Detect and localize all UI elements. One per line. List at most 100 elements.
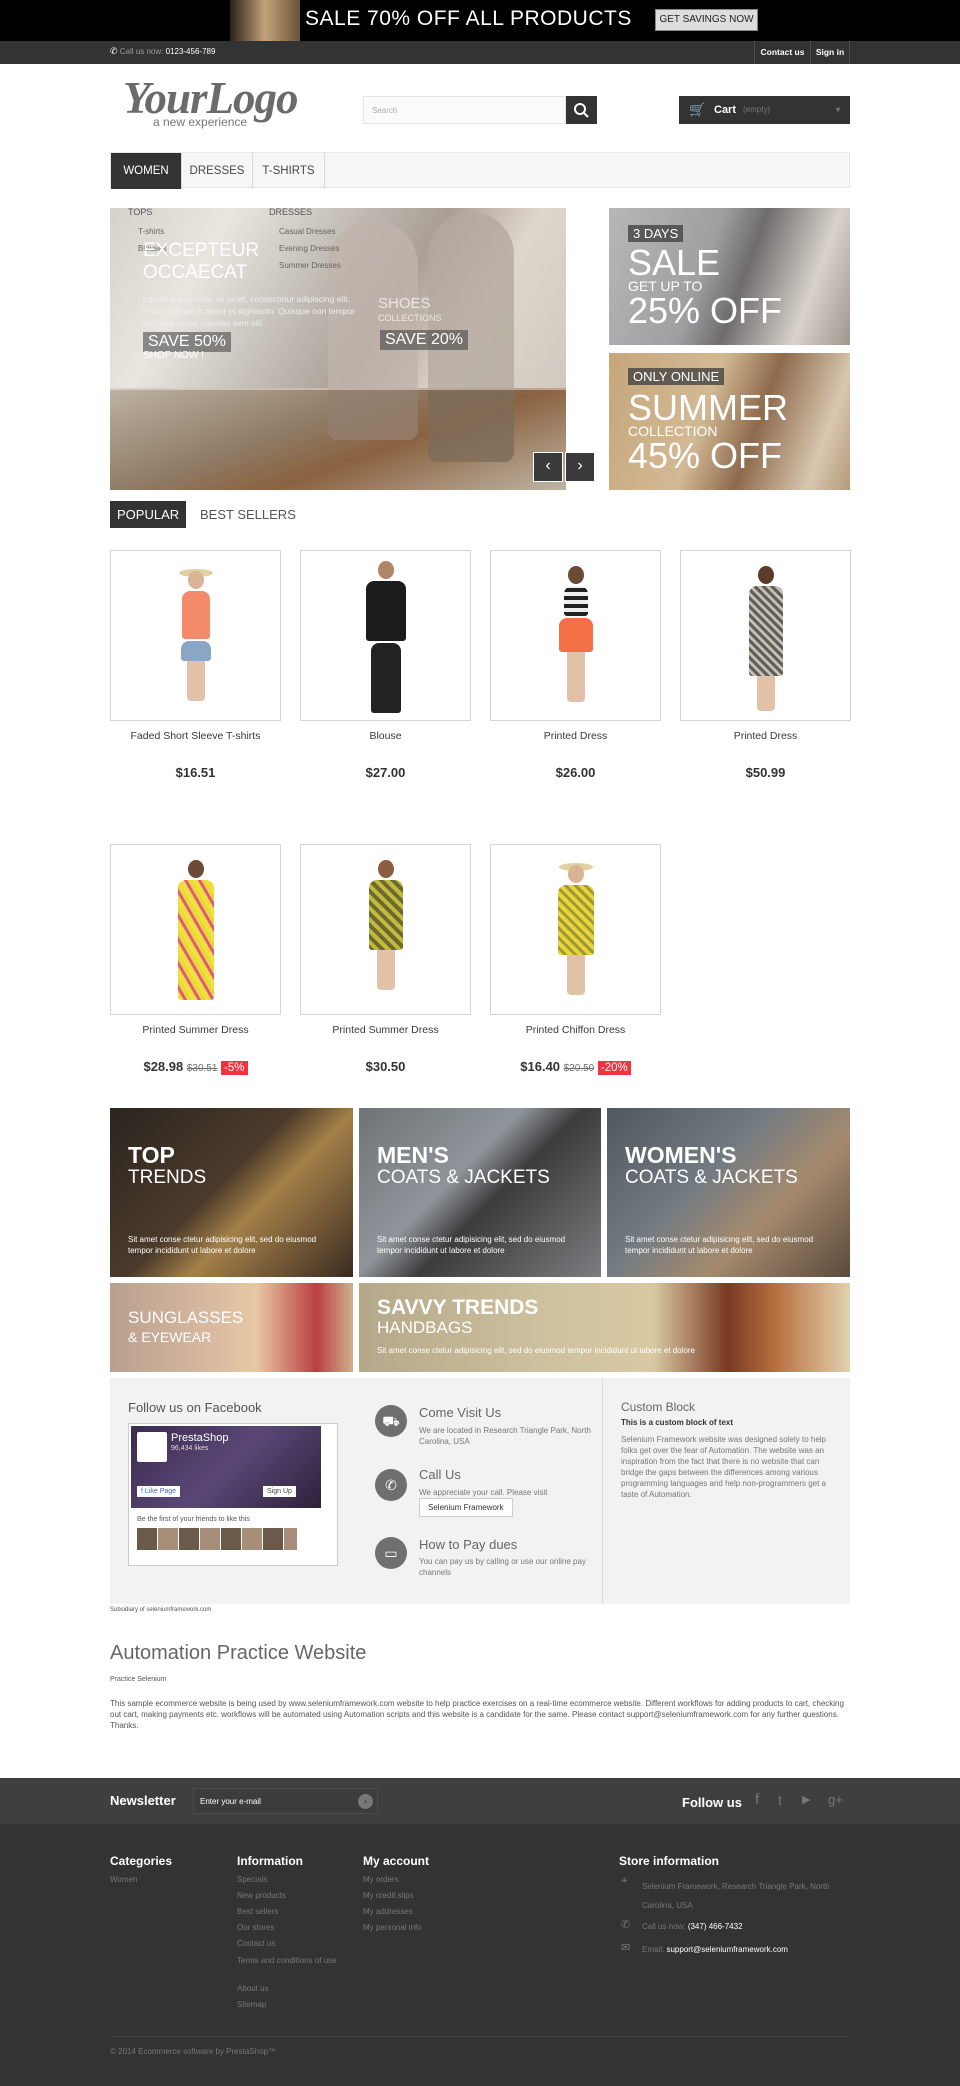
banner-subtitle: COATS & JACKETS [625,1167,798,1188]
selenium-framework-button[interactable]: Selenium Framework [419,1498,513,1517]
price-value: $26.00 [555,765,596,780]
facebook-widget[interactable]: PrestaShop 96,434 likes f Like Page Sign… [128,1423,338,1566]
product-card[interactable]: Printed Dress $26.00 [490,550,661,780]
banner-handbags[interactable]: SAVVY TRENDS HANDBAGS Sit amet conse cte… [359,1283,850,1372]
product-name[interactable]: Printed Summer Dress [300,1024,471,1036]
submenu-tops[interactable]: TOPS [128,207,152,217]
google-plus-icon[interactable]: g+ [828,1792,843,1807]
fb-page-name[interactable]: PrestaShop [171,1432,228,1444]
banner-title: TOP [128,1142,175,1168]
footer-link-our-stores[interactable]: Our stores [237,1923,274,1932]
footer-link-best-sellers[interactable]: Best sellers [237,1907,278,1916]
footer-information-title: Information [237,1854,303,1868]
footer-link-sitemap[interactable]: Sitemap [237,2000,266,2009]
product-card[interactable]: Printed Chiffon Dress $16.40 $20.50 -20% [490,844,661,1075]
submenu-dresses[interactable]: DRESSES [269,207,312,217]
search-input[interactable]: Search [363,96,566,124]
product-model [177,860,214,1000]
slider-next-button[interactable]: › [565,452,595,482]
banner-sunglasses[interactable]: SUNGLASSES & EYEWEAR [110,1283,353,1372]
site-logo[interactable]: YourLogo a new experience [123,76,308,130]
product-model [178,569,213,701]
footer-link-specials[interactable]: Specials [237,1875,267,1884]
newsletter-email-input[interactable]: Enter your e-mail [193,1788,378,1814]
promo-summer-collection[interactable]: ONLY ONLINE SUMMER COLLECTION 45% OFF [609,353,850,490]
price-value: $50.99 [745,765,786,780]
product-image[interactable] [110,550,281,721]
main-menu: WOMEN DRESSES T-SHIRTS [110,152,850,189]
product-image[interactable] [490,844,661,1015]
call-text: We appreciate your call. Please visit [419,1488,548,1497]
product-price: $50.99 [680,765,851,780]
banner-subtitle: TRENDS [128,1167,207,1188]
submenu-tshirts[interactable]: T-shirts [138,227,164,236]
banner-womens-coats[interactable]: WOMEN'S COATS & JACKETS Sit amet conse c… [607,1108,850,1277]
banner-mens-coats[interactable]: MEN'S COATS & JACKETS Sit amet conse cte… [359,1108,601,1277]
product-card[interactable]: Faded Short Sleeve T-shirts $16.51 [110,550,281,780]
banner-text: Sit amet conse ctetur adipisicing elit, … [377,1346,695,1355]
custom-block-subtitle: This is a custom block of text [621,1418,734,1427]
product-name[interactable]: Printed Dress [490,730,661,742]
menu-item-tshirts[interactable]: T-SHIRTS [253,153,325,189]
footer-link-credit-slips[interactable]: My credit slips [363,1891,414,1900]
top-promo-banner[interactable]: SALE 70% OFF ALL PRODUCTS GET SAVINGS NO… [0,0,960,41]
footer-link-contact[interactable]: Contact us [237,1939,275,1948]
newsletter-bar: Newsletter Enter your e-mail › Follow us… [0,1778,960,1824]
footer-categories-title: Categories [110,1854,173,1868]
product-card[interactable]: Printed Dress $50.99 [680,550,851,780]
store-email-label: Email: [642,1945,665,1954]
product-name[interactable]: Faded Short Sleeve T-shirts [110,730,281,742]
footer-link-about[interactable]: About us [237,1984,269,1993]
product-image[interactable] [300,844,471,1015]
footer-link-personal-info[interactable]: My personal info [363,1923,422,1932]
footer-link-addresses[interactable]: My addresses [363,1907,413,1916]
newsletter-submit-icon[interactable]: › [358,1794,373,1809]
tab-best-sellers[interactable]: BEST SELLERS [193,501,303,528]
menu-item-dresses[interactable]: DRESSES [182,153,253,189]
product-name[interactable]: Blouse [300,730,471,742]
product-name[interactable]: Printed Summer Dress [110,1024,281,1036]
contact-us-link[interactable]: Contact us [754,41,810,64]
facebook-icon[interactable]: f [755,1791,759,1808]
copyright[interactable]: © 2014 Ecommerce software by PrestaShop™ [110,2047,276,2056]
price-value: $27.00 [365,765,406,780]
product-name[interactable]: Printed Chiffon Dress [490,1024,661,1036]
footer-link-terms[interactable]: Terms and conditions of use [237,1955,347,1966]
footer-link-orders[interactable]: My orders [363,1875,399,1884]
menu-item-women[interactable]: WOMEN [111,153,182,189]
submenu-summer[interactable]: Summer Dresses [279,261,341,270]
store-email-link[interactable]: support@seleniumframework.com [666,1945,788,1954]
page-description: This sample ecommerce website is being u… [110,1699,844,1730]
newsletter-title: Newsletter [110,1793,176,1808]
banner-top-trends[interactable]: TOP TRENDS Sit amet conse ctetur adipisi… [110,1108,353,1277]
product-image[interactable] [680,550,851,721]
get-savings-button[interactable]: GET SAVINGS NOW [655,9,758,31]
tab-popular[interactable]: POPULAR [110,501,187,528]
cart-button[interactable]: 🛒 Cart (empty) ▾ [679,96,850,124]
product-image[interactable] [490,550,661,721]
footer-link-new-products[interactable]: New products [237,1891,286,1900]
product-image[interactable] [110,844,281,1015]
sign-in-link[interactable]: Sign in [810,41,850,64]
footer: Categories Women Information Specials Ne… [0,1824,960,2086]
product-card[interactable]: Printed Summer Dress $30.50 [300,844,471,1074]
twitter-icon[interactable]: t [778,1792,782,1808]
phone-number: 0123-456-789 [165,47,216,56]
product-card[interactable]: Blouse $27.00 [300,550,471,780]
slider-prev-button[interactable]: ‹ [533,452,563,482]
product-name[interactable]: Printed Dress [680,730,851,742]
fb-signup-button[interactable]: Sign Up [263,1486,296,1497]
product-image[interactable] [300,550,471,721]
product-card[interactable]: Printed Summer Dress $28.98 $30.51 -5% [110,844,281,1075]
cart-status: (empty) [743,105,771,114]
submenu-evening[interactable]: Evening Dresses [279,244,339,253]
promo-3days-sale[interactable]: 3 DAYS SALE GET UP TO 25% OFF [609,208,850,345]
youtube-icon[interactable]: ▶ [802,1793,810,1806]
submenu-casual[interactable]: Casual Dresses [279,227,335,236]
search-button[interactable] [566,96,597,124]
footer-link-women[interactable]: Women [110,1875,137,1884]
price-value: $16.51 [175,765,216,780]
search-icon [574,103,589,118]
fb-like-button[interactable]: f Like Page [137,1486,181,1497]
shop-now-link[interactable]: SHOP NOW ! [143,350,204,361]
